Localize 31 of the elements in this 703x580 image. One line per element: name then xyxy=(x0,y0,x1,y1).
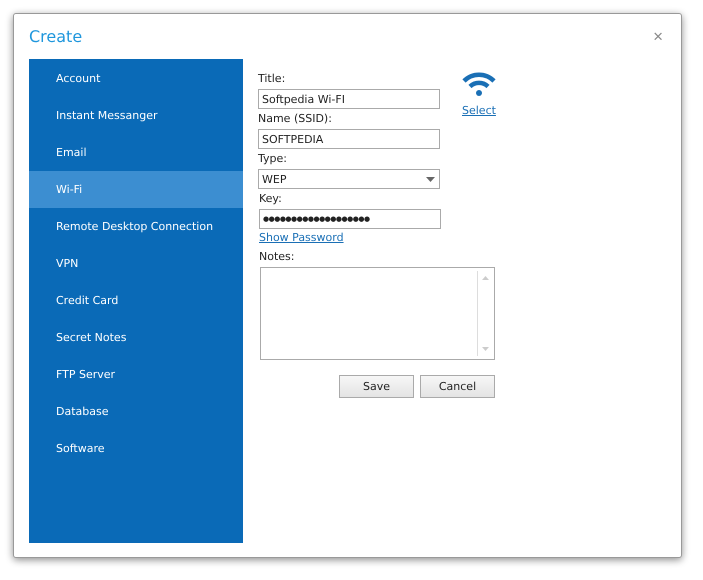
scroll-down-icon[interactable] xyxy=(482,347,488,351)
field-label: Key: xyxy=(259,191,283,207)
sidebar-item[interactable]: Email xyxy=(29,134,243,171)
sidebar-item[interactable]: Secret Notes xyxy=(29,319,243,356)
sidebar-item[interactable]: Account xyxy=(29,60,243,97)
sidebar-item[interactable]: Remote Desktop Connection xyxy=(29,208,243,245)
dialog-button[interactable]: Save xyxy=(339,375,414,398)
close-button[interactable]: × xyxy=(649,26,667,46)
sidebar-item[interactable]: FTP Server xyxy=(29,356,243,393)
window-title: Create xyxy=(29,27,82,46)
sidebar-item[interactable]: Software xyxy=(29,430,243,467)
show-password-link[interactable]: Show Password xyxy=(259,229,344,247)
scroll-up-icon[interactable] xyxy=(482,276,488,280)
sidebar-item[interactable]: Instant Messanger xyxy=(29,97,243,134)
field-label: Notes: xyxy=(259,249,296,265)
caret-icon xyxy=(426,176,435,182)
select-icon-link[interactable]: Select xyxy=(462,102,496,120)
sidebar-item[interactable]: VPN xyxy=(29,245,243,282)
wifi-icon xyxy=(462,71,496,97)
ssid-field[interactable]: SOFTPEDIA xyxy=(258,129,440,149)
sidebar-item[interactable]: Wi-Fi xyxy=(29,171,243,208)
dialog-button[interactable]: Cancel xyxy=(420,375,495,398)
type-dropdown[interactable]: WEP xyxy=(258,169,440,189)
sidebar-item[interactable]: Credit Card xyxy=(29,282,243,319)
notes-field[interactable] xyxy=(260,267,495,360)
title-field[interactable]: Softpedia Wi-FI xyxy=(258,89,440,109)
field-label: Type: xyxy=(258,151,288,167)
scrollbar[interactable] xyxy=(477,271,492,356)
field-label: Name (SSID): xyxy=(258,111,333,127)
sidebar-item[interactable]: Database xyxy=(29,393,243,430)
field-label: Title: xyxy=(258,71,286,87)
